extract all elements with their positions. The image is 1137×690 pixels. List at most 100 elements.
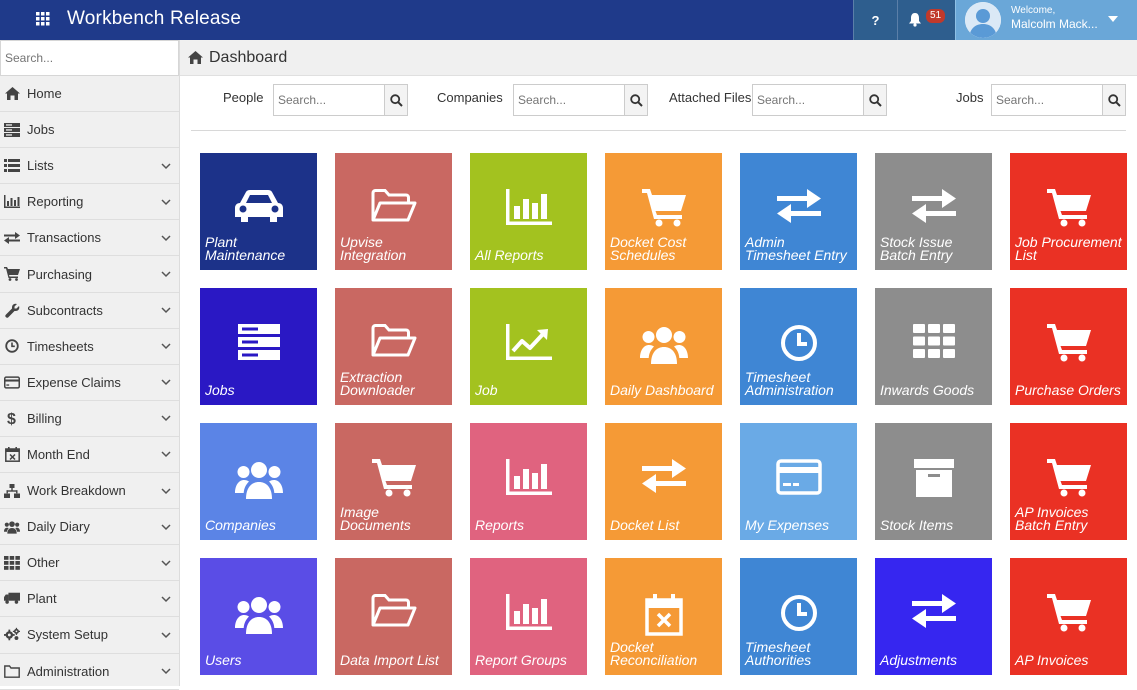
sidebar-item-transactions[interactable]: Transactions — [0, 220, 179, 257]
sidebar-item-administration[interactable]: Administration — [0, 654, 179, 690]
folder-open-icon — [335, 324, 452, 358]
tile-purchase-orders[interactable]: Purchase Orders — [1010, 288, 1127, 405]
tile-label: Companies — [205, 517, 276, 533]
sidebar-item-plant[interactable]: Plant — [0, 581, 179, 618]
companies-search-input[interactable] — [514, 85, 622, 115]
tile-label: Jobs — [205, 382, 235, 398]
people-search — [273, 84, 408, 116]
user-avatar-icon — [965, 2, 1001, 38]
tile-ap-invoices-batch-entry[interactable]: AP Invoices Batch Entry — [1010, 423, 1127, 540]
user-menu[interactable]: Welcome, Malcolm Mack... — [955, 0, 1137, 40]
sidebar-item-month-end[interactable]: Month End — [0, 437, 179, 474]
tile-ap-invoices[interactable]: AP Invoices — [1010, 558, 1127, 675]
sidebar-item-label: Reporting — [27, 194, 84, 210]
chevron-down-icon[interactable] — [161, 554, 171, 572]
sidebar-item-billing[interactable]: $ Billing — [0, 401, 179, 437]
avatar — [965, 2, 1001, 38]
sidebar-item-lists[interactable]: Lists — [0, 148, 179, 185]
cart-icon — [335, 459, 452, 497]
sidebar-item-subcontracts[interactable]: Subcontracts — [0, 293, 179, 329]
calendar-x-icon — [605, 594, 722, 636]
tile-daily-dashboard[interactable]: Daily Dashboard — [605, 288, 722, 405]
tile-image-documents[interactable]: Image Documents — [335, 423, 452, 540]
sidebar-item-reporting[interactable]: Reporting — [0, 184, 179, 221]
tile-label: AP Invoices Batch Entry — [1015, 504, 1089, 533]
tile-all-reports[interactable]: All Reports — [470, 153, 587, 270]
tile-label: Admin Timesheet Entry — [745, 234, 847, 263]
chevron-down-icon[interactable] — [161, 229, 171, 247]
user-name: Malcolm Mack... — [1011, 17, 1098, 31]
sidebar-item-home[interactable]: Home — [0, 76, 179, 113]
tile-reports[interactable]: Reports — [470, 423, 587, 540]
jobs-search-input[interactable] — [992, 85, 1100, 115]
chevron-down-icon[interactable] — [161, 337, 171, 355]
tile-job[interactable]: Job — [470, 288, 587, 405]
attached-files-search-button[interactable] — [863, 84, 887, 116]
chevron-down-icon[interactable] — [161, 157, 171, 175]
page-title: Dashboard — [209, 49, 288, 66]
app-menu-icon[interactable] — [36, 12, 50, 26]
chevron-down-icon[interactable] — [161, 518, 171, 536]
chevron-down-icon[interactable] — [161, 445, 171, 463]
jobs-search-button[interactable] — [1102, 84, 1126, 116]
chevron-down-icon[interactable] — [161, 482, 171, 500]
companies-search-button[interactable] — [624, 84, 648, 116]
sidebar-item-label: Month End — [27, 446, 90, 462]
chevron-down-icon[interactable] — [161, 590, 171, 608]
sidebar-item-work-breakdown[interactable]: Work Breakdown — [0, 473, 179, 510]
sidebar-search-input[interactable] — [1, 41, 171, 75]
tile-label: Plant Maintenance — [205, 234, 286, 263]
sidebar-item-label: Administration — [27, 663, 110, 679]
sidebar-item-label: Jobs — [27, 122, 55, 138]
bar-chart-icon — [470, 459, 587, 495]
sidebar-item-system-setup[interactable]: System Setup — [0, 617, 179, 654]
sidebar-item-jobs[interactable]: Jobs — [0, 112, 179, 149]
tile-docket-reconciliation[interactable]: Docket Reconciliation — [605, 558, 722, 675]
chevron-down-icon[interactable] — [161, 193, 171, 211]
tile-stock-issue-batch-entry[interactable]: Stock Issue Batch Entry — [875, 153, 992, 270]
tile-docket-list[interactable]: Docket List — [605, 423, 722, 540]
truck-icon — [4, 591, 20, 607]
chevron-down-icon[interactable] — [161, 626, 171, 644]
attached-files-search-input[interactable] — [753, 85, 861, 115]
tile-stock-items[interactable]: Stock Items — [875, 423, 992, 540]
cart-icon — [4, 266, 20, 282]
svg-text:$: $ — [7, 411, 16, 426]
tile-extraction-downloader[interactable]: Extraction Downloader — [335, 288, 452, 405]
tile-timesheet-authorities[interactable]: Timesheet Authorities — [740, 558, 857, 675]
tile-jobs[interactable]: Jobs — [200, 288, 317, 405]
tile-report-groups[interactable]: Report Groups — [470, 558, 587, 675]
tile-companies[interactable]: Companies — [200, 423, 317, 540]
tile-label: Stock Issue Batch Entry — [880, 234, 953, 263]
sidebar-item-other[interactable]: Other — [0, 545, 179, 582]
sidebar-item-expense-claims[interactable]: Expense Claims — [0, 365, 179, 401]
tile-data-import-list[interactable]: Data Import List — [335, 558, 452, 675]
caret-down-icon — [1108, 16, 1118, 22]
sidebar-item-daily-diary[interactable]: Daily Diary — [0, 509, 179, 546]
tile-admin-timesheet-entry[interactable]: Admin Timesheet Entry — [740, 153, 857, 270]
tile-job-procurement-list[interactable]: Job Procurement List — [1010, 153, 1127, 270]
tile-label: Inwards Goods — [880, 382, 975, 398]
help-button[interactable]: ? — [853, 0, 897, 40]
chevron-down-icon[interactable] — [161, 265, 171, 283]
tile-label: My Expenses — [745, 517, 830, 533]
tile-timesheet-administration[interactable]: Timesheet Administration — [740, 288, 857, 405]
notifications-button[interactable]: 51 — [897, 0, 955, 40]
tile-docket-cost-schedules[interactable]: Docket Cost Schedules — [605, 153, 722, 270]
sidebar-item-timesheets[interactable]: Timesheets — [0, 329, 179, 365]
chevron-down-icon[interactable] — [161, 301, 171, 319]
tile-users[interactable]: Users — [200, 558, 317, 675]
folder-icon — [4, 663, 20, 679]
people-search-input[interactable] — [274, 85, 382, 115]
sidebar-item-purchasing[interactable]: Purchasing — [0, 256, 179, 293]
tile-my-expenses[interactable]: My Expenses — [740, 423, 857, 540]
chevron-down-icon[interactable] — [161, 409, 171, 427]
tile-inwards-goods[interactable]: Inwards Goods — [875, 288, 992, 405]
tile-upvise-integration[interactable]: Upvise Integration — [335, 153, 452, 270]
chevron-down-icon[interactable] — [161, 373, 171, 391]
chevron-down-icon[interactable] — [161, 662, 171, 680]
exchange-icon — [4, 230, 20, 246]
tile-plant-maintenance[interactable]: Plant Maintenance — [200, 153, 317, 270]
people-search-button[interactable] — [384, 84, 408, 116]
tile-adjustments[interactable]: Adjustments — [875, 558, 992, 675]
